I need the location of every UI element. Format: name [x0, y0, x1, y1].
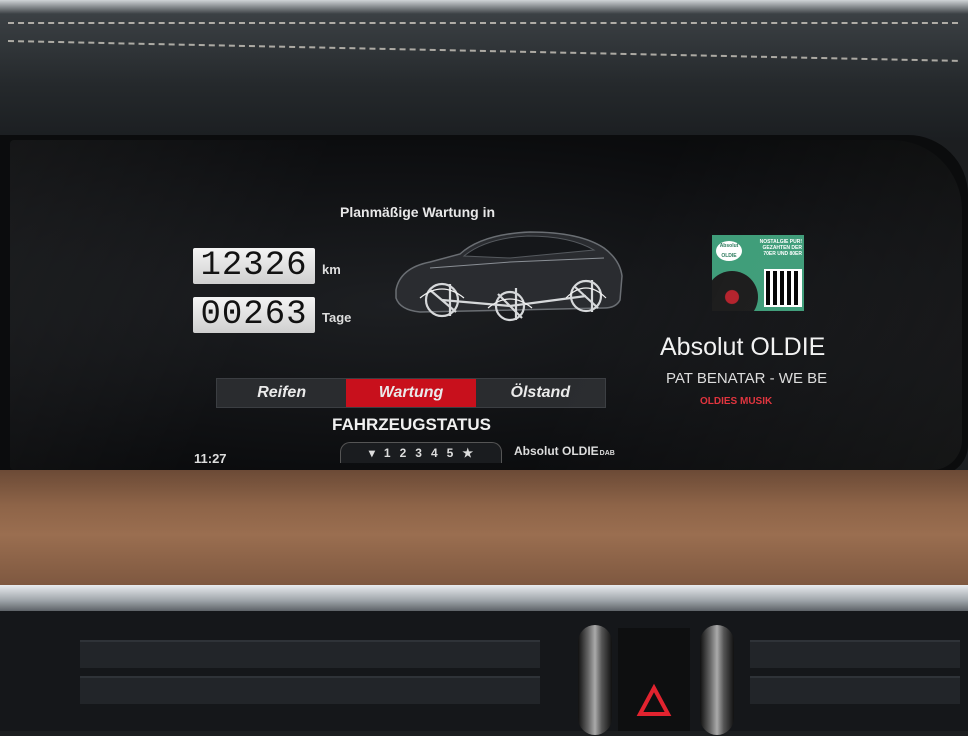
screen-title: FAHRZEUGSTATUS [332, 415, 491, 434]
hazard-icon [636, 683, 672, 716]
vehicle-status-tabs: Reifen Wartung Ölstand [216, 378, 606, 408]
station-logo: Absolut OLDIE [716, 241, 742, 261]
service-km-unit: km [322, 262, 341, 277]
dashboard-top-trim [0, 0, 968, 140]
tab-wartung[interactable]: Wartung [346, 379, 476, 407]
chrome-trim [0, 585, 968, 611]
album-art-text: NOSTALGIE PUR! GEZAHTEN DER 70ER UND 80E… [759, 239, 802, 257]
preset-page-4[interactable]: 4 [431, 446, 438, 460]
record-icon [712, 271, 758, 311]
air-vent [750, 676, 960, 704]
footer-station: Absolut OLDIEDAB [514, 444, 615, 458]
air-vent [750, 640, 960, 668]
tab-reifen[interactable]: Reifen [217, 379, 346, 407]
favorites-pager: ▾ 1 2 3 4 5 ★ [340, 442, 502, 463]
preset-page-1[interactable]: 1 [384, 446, 391, 460]
dashboard-stitching [8, 22, 958, 24]
preset-page-2[interactable]: 2 [400, 446, 407, 460]
footer-station-name: Absolut OLDIE [514, 444, 599, 458]
album-art: Absolut OLDIE NOSTALGIE PUR! GEZAHTEN DE… [712, 235, 804, 311]
genre-label: OLDIES MUSIK [700, 396, 773, 407]
tab-oelstand[interactable]: Ölstand [476, 379, 605, 407]
track-title: PAT BENATAR - WE BE [666, 370, 828, 387]
star-icon[interactable]: ★ [462, 446, 473, 460]
dab-logo: DAB [599, 450, 615, 457]
lower-console [0, 611, 968, 731]
service-heading: Planmäßige Wartung in [340, 204, 496, 220]
vent-control-knob[interactable] [700, 625, 734, 735]
vent-control-knob[interactable] [578, 625, 612, 735]
qr-code-icon [764, 269, 802, 307]
air-vent [80, 676, 540, 704]
air-vent [80, 640, 540, 668]
wood-trim [0, 470, 968, 588]
infotainment-screen: Planmäßige Wartung in 12326 km 00263 Tag… [10, 140, 962, 470]
service-km-counter: 12326 [193, 248, 315, 284]
car-xray-icon [395, 231, 623, 322]
station-name: Absolut OLDIE [660, 333, 826, 361]
clock: 11:27 [194, 451, 227, 466]
chevron-down-icon[interactable]: ▾ [369, 446, 375, 460]
service-days-unit: Tage [322, 310, 352, 325]
service-days-counter: 00263 [193, 297, 315, 333]
hazard-switch[interactable] [618, 628, 690, 731]
preset-page-5[interactable]: 5 [447, 446, 454, 460]
preset-page-3[interactable]: 3 [415, 446, 422, 460]
